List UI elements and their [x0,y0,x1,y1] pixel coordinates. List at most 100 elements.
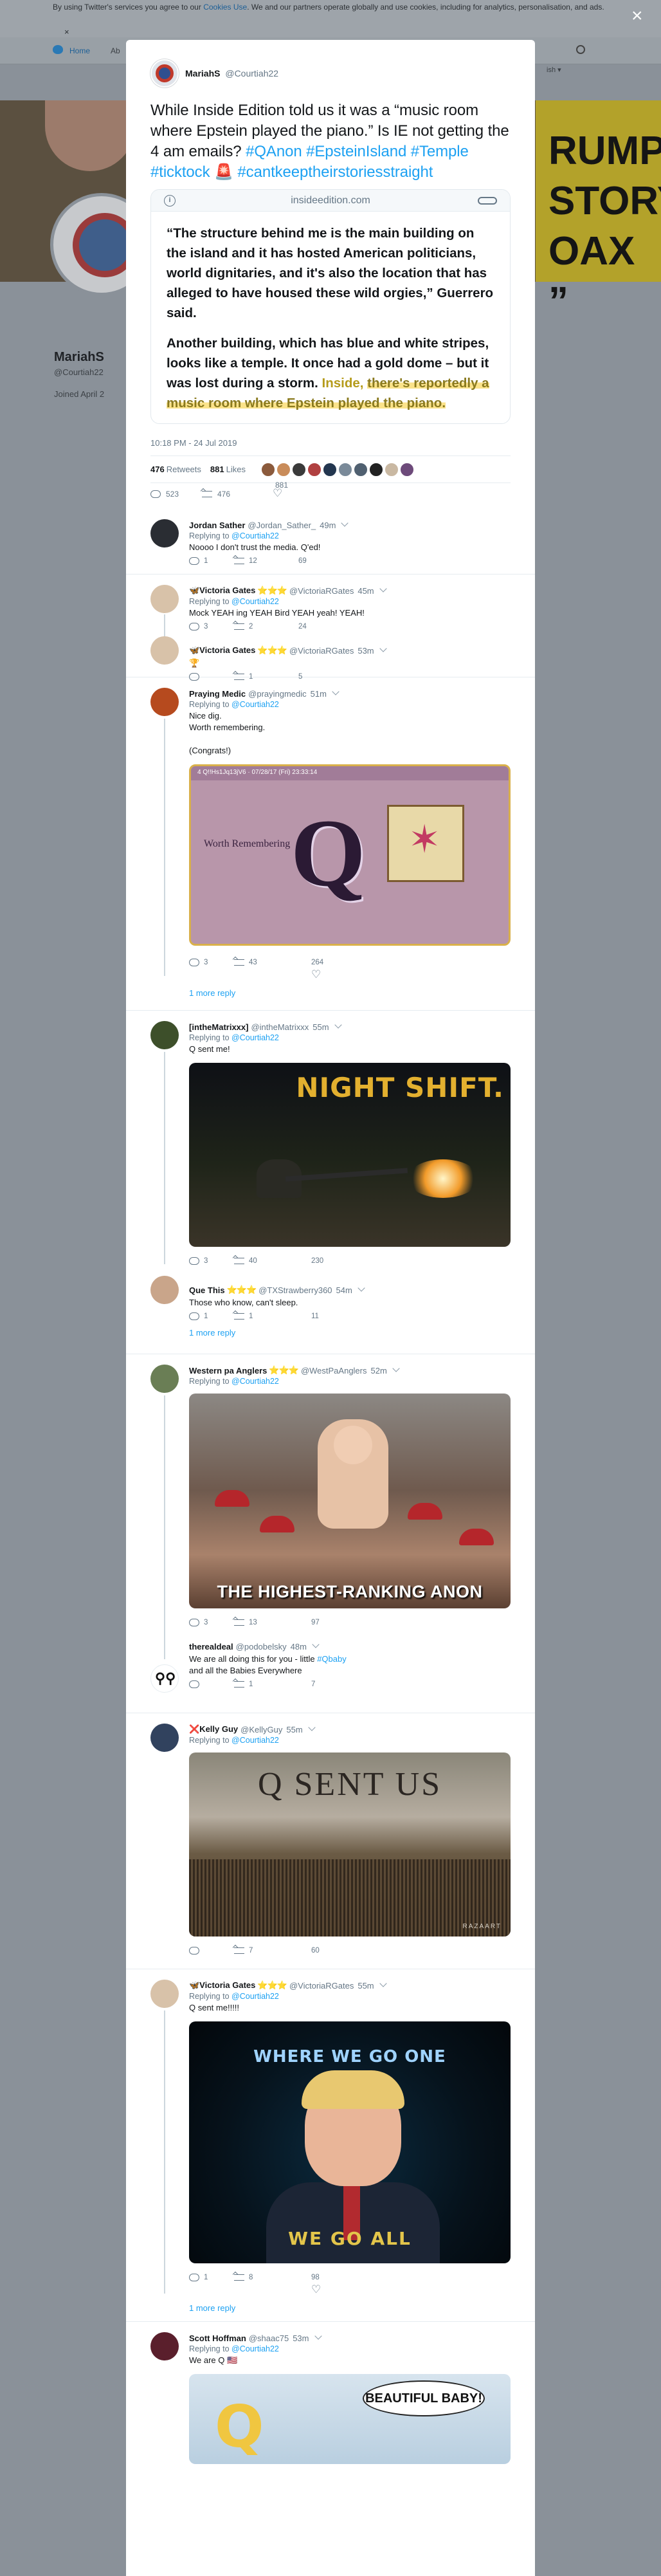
tweet-timestamp[interactable]: 10:18 PM - 24 Jul 2019 [150,438,511,456]
liker-avatar[interactable] [291,462,306,477]
reply-avatar[interactable] [150,519,179,547]
reply-action[interactable]: 3 [189,959,208,966]
retweet-action[interactable]: 13 [234,1619,257,1626]
chevron-down-icon[interactable] [332,688,340,695]
reply-time[interactable]: 53m [293,2333,309,2343]
reply-avatar[interactable] [150,585,179,613]
reply-avatar[interactable]: ⚲⚲ [150,1664,179,1693]
like-action[interactable]: 97 [311,1619,320,1626]
liker-avatar[interactable] [322,462,337,477]
reply-action[interactable]: 1 [189,557,208,565]
author-name[interactable]: MariahS [185,68,220,78]
retweet-action[interactable]: 1 [234,1680,253,1688]
reply-author-handle[interactable]: @prayingmedic [248,689,307,699]
reply-time[interactable]: 54m [336,1285,352,1295]
reply-time[interactable]: 45m [358,586,374,596]
reply-item[interactable]: Praying Medic @prayingmedic 51m Replying t… [126,677,535,1011]
reply-time[interactable]: 55m [312,1022,329,1032]
reply-author-name[interactable]: Praying Medic [189,689,246,699]
reply-action[interactable]: 3 [189,623,208,630]
reply-author-handle[interactable]: @VictoriaRGates [289,586,354,596]
like-action[interactable]: 7 [311,1680,315,1688]
retweet-action[interactable]: 7 [234,1947,253,1955]
reply-action[interactable] [189,1947,199,1955]
cookie-use-link[interactable]: Cookies Use [203,3,247,12]
likes-label[interactable]: Likes [226,465,246,474]
liker-avatar[interactable] [260,462,275,477]
chevron-down-icon[interactable] [379,1980,387,1987]
replying-to-handle[interactable]: @Courtiah22 [231,597,279,606]
nav-about[interactable]: Ab [111,46,120,55]
like-action[interactable]: 264 [311,959,323,966]
liker-avatar[interactable] [338,462,352,477]
reply-author-handle[interactable]: @intheMatrixxx [251,1022,309,1032]
reply-avatar[interactable] [150,1980,179,2008]
reply-action[interactable] [189,1680,199,1688]
reply-time[interactable]: 49m [320,520,336,530]
reply-item[interactable]: Western pa Anglers ⭐⭐⭐ @WestPaAnglers 52m R… [189,1365,511,1632]
like-action[interactable]: 11 [311,1312,319,1320]
reply-item[interactable]: [intheMatrixxx] @intheMatrixxx 55m Replyin… [189,1021,511,1270]
reply-author-name[interactable]: [intheMatrixxx] [189,1022,248,1032]
cookie-close-button[interactable]: × [64,27,69,37]
reply-author-name[interactable]: ❌Kelly Guy [189,1724,238,1734]
more-replies-link[interactable]: 1 more reply [189,2303,511,2322]
reply-time[interactable]: 55m [358,1981,374,1991]
reply-item[interactable]: Que This ⭐⭐⭐ @TXStrawberry360 54m Those who… [189,1284,511,1347]
reply-author-handle[interactable]: @VictoriaRGates [289,646,354,656]
reply-item[interactable]: ❌Kelly Guy @KellyGuy 55m Replying to @Cour… [126,1713,535,1969]
replying-to-handle[interactable]: @Courtiah22 [231,1033,279,1042]
reply-action[interactable]: 3 [189,1619,208,1626]
reply-author-name[interactable]: Jordan Sather [189,520,245,530]
reply-time[interactable]: 55m [286,1725,302,1734]
liker-avatar[interactable] [399,462,414,477]
hashtag-cantkeep[interactable]: #cantkeeptheirstoriesstraight [237,163,433,181]
replying-to-handle[interactable]: @Courtiah22 [231,1736,279,1745]
reply-avatar[interactable] [150,1365,179,1393]
close-overlay-button[interactable]: × [631,6,643,26]
retweet-action[interactable]: 43 [234,959,257,966]
reply-author-name[interactable]: therealdeal [189,1642,233,1651]
reply-avatar[interactable] [150,2332,179,2360]
reply-avatar[interactable] [150,1021,179,1049]
reply-image[interactable]: NIGHT SHIFT. [189,1063,511,1247]
chevron-down-icon[interactable] [392,1365,400,1372]
chevron-down-icon[interactable] [379,645,387,652]
liker-avatar[interactable] [276,462,291,477]
retweet-action[interactable]: 8 [234,2274,253,2281]
reply-author-handle[interactable]: @TXStrawberry360 [258,1285,332,1295]
like-count[interactable]: 881 [210,465,224,474]
reply-time[interactable]: 48m [291,1642,307,1651]
retweet-action[interactable]: 12 [234,557,257,565]
replying-to-handle[interactable]: @Courtiah22 [231,700,279,709]
reply-item[interactable]: Scott Hoffman @shaac75 53m Replying to @Co… [126,2322,535,2489]
reply-image[interactable]: Q SENT US RAZAART [189,1753,511,1937]
retweet-action[interactable]: 476 [202,490,230,499]
reply-time[interactable]: 51m [311,689,327,699]
chevron-down-icon[interactable] [314,2332,322,2340]
reply-image[interactable]: THE HIGHEST-RANKING ANON [189,1394,511,1608]
reply-avatar[interactable] [150,636,179,665]
replying-to-handle[interactable]: @Courtiah22 [231,2344,279,2353]
reply-author-name[interactable]: Western pa Anglers [189,1366,267,1375]
chevron-down-icon[interactable] [334,1021,342,1029]
chevron-down-icon[interactable] [341,519,349,527]
language-selector[interactable]: ish ▾ [547,66,561,74]
hashtag-link[interactable]: #Qbaby [317,1654,347,1664]
hashtag-qanon[interactable]: #QAnon [246,143,302,160]
like-action[interactable]: 881 [273,481,298,500]
chevron-down-icon[interactable] [308,1724,316,1731]
reply-author-name[interactable]: Que This [189,1285,225,1295]
reply-item[interactable]: therealdeal @podobelsky 48m We are all doi… [189,1641,511,1693]
like-action[interactable] [311,968,321,981]
reply-image[interactable]: Q BEAUTIFUL BABY! [189,2374,511,2464]
more-replies-link[interactable]: 1 more reply [189,1328,511,1347]
reply-image[interactable]: 4 Q!!Hs1Jq13jV6 · 07/28/17 (Fri) 23:33:1… [189,764,511,946]
retweet-count[interactable]: 476 [150,465,165,474]
reply-action[interactable]: 1 [189,1312,208,1320]
reply-author-name[interactable]: 🦋Victoria Gates [189,645,255,656]
reply-author-name[interactable]: 🦋Victoria Gates [189,585,255,596]
author-avatar[interactable] [150,59,179,87]
like-action[interactable]: 60 [311,1947,320,1955]
chevron-down-icon[interactable] [379,585,387,593]
